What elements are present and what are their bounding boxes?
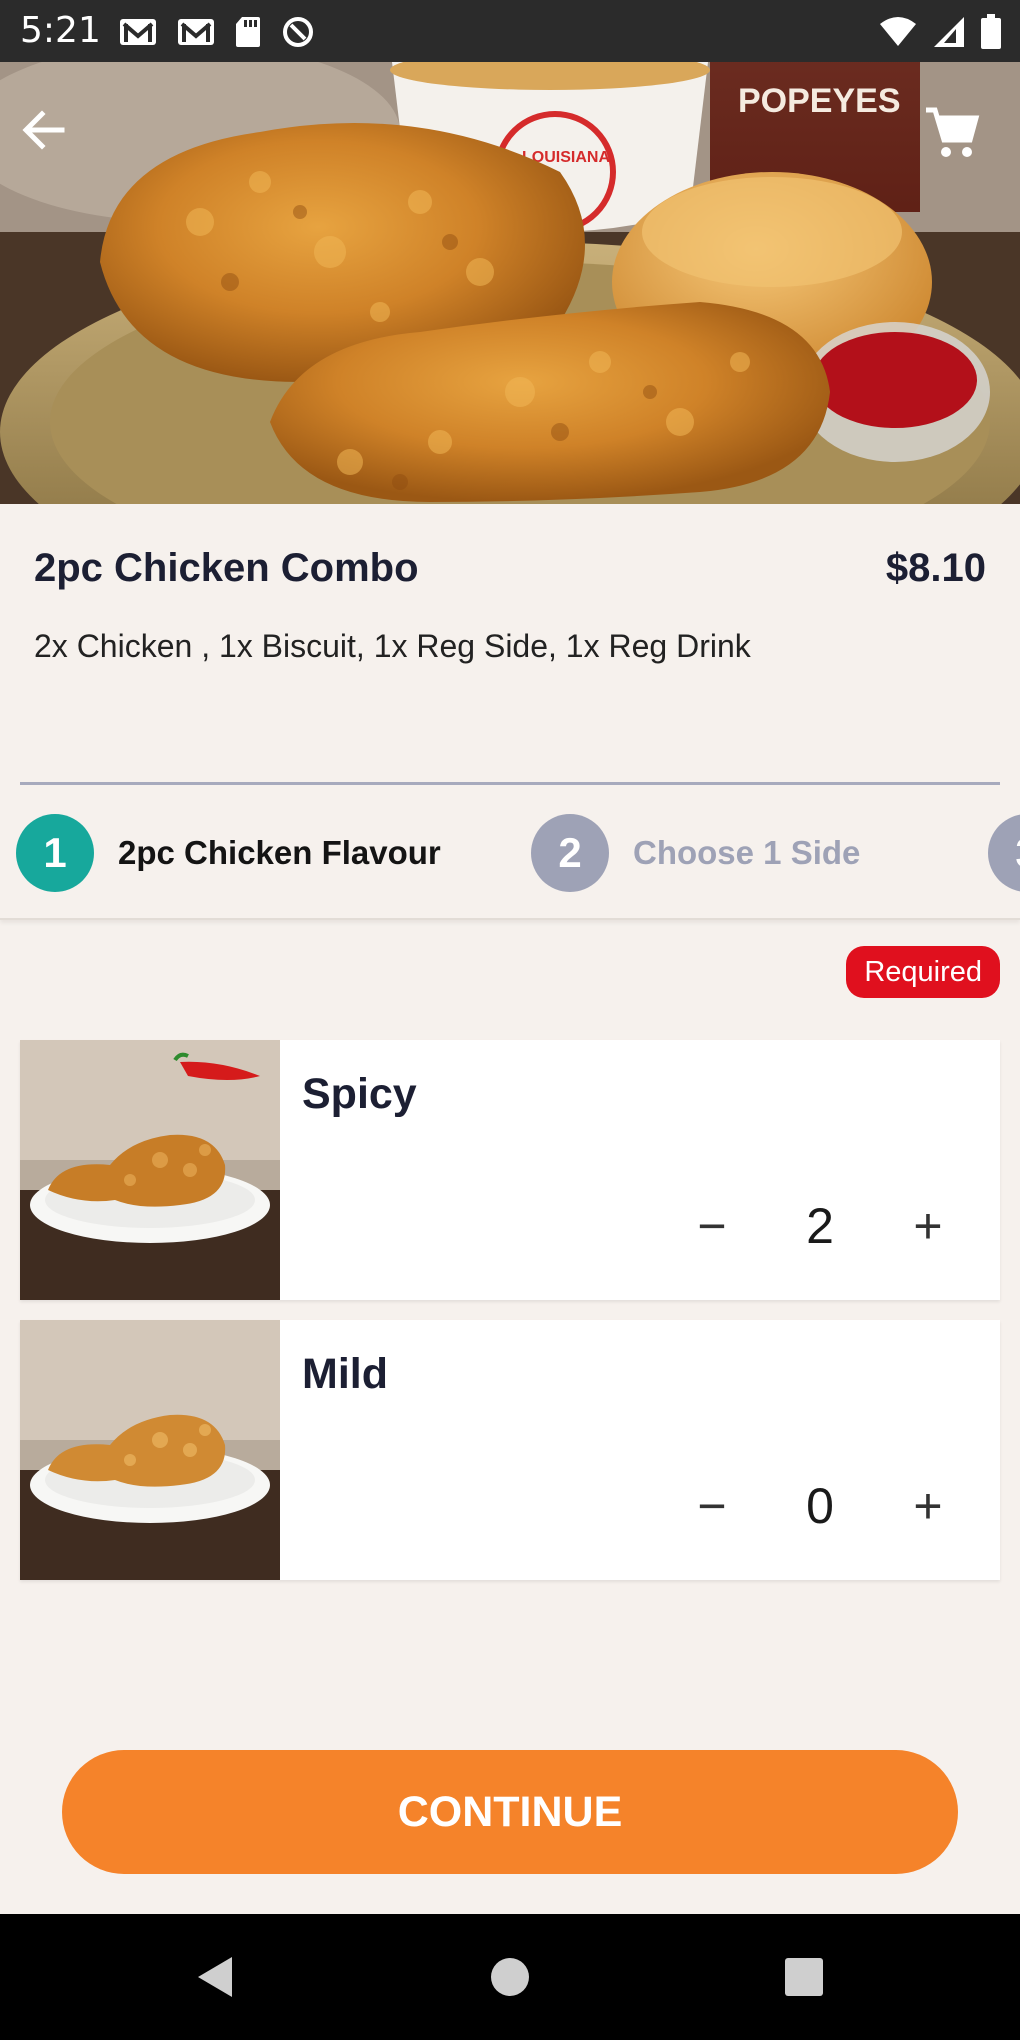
arrow-back-icon [22,110,65,150]
step-2[interactable]: 2 Choose 1 Side [531,814,860,892]
step-number: 3 [988,814,1020,892]
product-description: 2x Chicken , 1x Biscuit, 1x Reg Side, 1x… [34,628,751,664]
quantity-stepper: − 0 + [680,1474,960,1538]
option-card-mild: Mild − 0 + [20,1320,1000,1580]
back-button[interactable] [18,104,98,184]
decrease-button[interactable]: − [680,1474,744,1538]
step-number: 1 [16,814,94,892]
triangle-back-icon [198,1957,232,1997]
cart-button[interactable] [922,104,1002,184]
system-icons [878,14,1002,55]
step-1[interactable]: 1 2pc Chicken Flavour [16,814,441,892]
nav-recents-button[interactable] [776,1949,832,2005]
wifi-icon [878,16,918,53]
product-price: $8.10 [885,546,986,590]
circle-home-icon [491,1958,529,1996]
required-badge: Required [846,946,1000,998]
product-hero-image: POPEYES LOUISIANA [0,62,1020,504]
data-saver-icon [280,14,316,55]
mild-chicken-image [20,1320,280,1580]
status-time: 5:21 [20,10,101,51]
increase-button[interactable]: + [896,1474,960,1538]
quantity-value: 2 [806,1198,834,1254]
increase-button[interactable]: + [896,1194,960,1258]
sd-card-icon [234,15,262,54]
decrease-button[interactable]: − [680,1194,744,1258]
battery-icon [980,14,1002,55]
system-nav-bar [0,1914,1020,2040]
notification-icons [118,14,316,55]
gmail-icon [176,16,216,53]
step-number: 2 [531,814,609,892]
nav-home-button[interactable] [482,1949,538,2005]
option-name: Spicy [302,1070,417,1118]
continue-button[interactable]: CONTINUE [62,1750,958,1874]
food-photo: POPEYES LOUISIANA [0,62,1020,504]
product-title: 2pc Chicken Combo [34,546,419,590]
spicy-chicken-image [20,1040,280,1300]
gmail-icon [118,16,158,53]
option-name: Mild [302,1350,388,1398]
shopping-cart-icon [926,107,980,157]
product-info: 2pc Chicken Combo $8.10 2x Chicken , 1x … [0,504,1020,785]
option-card-spicy: Spicy − 2 + [20,1040,1000,1300]
cell-signal-icon [932,15,966,54]
status-bar: 5:21 [0,0,1020,62]
quantity-value: 0 [806,1478,834,1534]
step-3[interactable]: 3 [988,814,1020,892]
quantity-stepper: − 2 + [680,1194,960,1258]
drink-brand-text: POPEYES [738,82,901,120]
nav-back-button[interactable] [186,1949,242,2005]
step-label: Choose 1 Side [633,834,861,871]
square-recents-icon [785,1958,823,1996]
step-label: 2pc Chicken Flavour [118,834,441,871]
steps-bar[interactable]: 1 2pc Chicken Flavour 2 Choose 1 Side 3 [0,784,1020,920]
